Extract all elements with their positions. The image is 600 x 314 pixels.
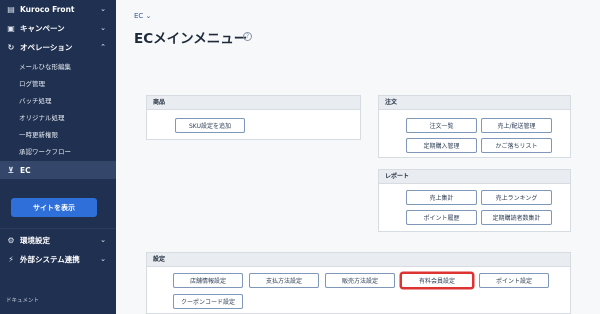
sidebar-item-environment[interactable]: ⚙ 環境設定 ⌄ bbox=[0, 231, 116, 249]
gear-icon: ⚙ bbox=[7, 235, 15, 245]
sidebar-subitem-label: 承認ワークフロー bbox=[19, 147, 71, 156]
sales-method-button[interactable]: 販売方法設定 bbox=[325, 273, 395, 288]
coupon-code-button[interactable]: クーポンコード設定 bbox=[173, 294, 243, 309]
sidebar-item-campaign[interactable]: ▣ キャンペーン ⌄ bbox=[0, 19, 116, 37]
page-title: ECメインメニュー bbox=[134, 31, 248, 47]
paid-membership-button[interactable]: 有料会員設定 bbox=[401, 273, 473, 288]
panel-title: レポート bbox=[379, 170, 570, 184]
point-settings-button[interactable]: ポイント設定 bbox=[479, 273, 549, 288]
sidebar-item-operation[interactable]: ↻ オペレーション ⌃ bbox=[0, 38, 116, 56]
sidebar-subitem-original[interactable]: オリジナル処理 bbox=[0, 108, 116, 125]
sales-ranking-button[interactable]: 売上ランキング bbox=[481, 190, 552, 205]
panel-title: 注文 bbox=[379, 96, 570, 110]
chevron-down-icon: ⌄ bbox=[100, 255, 106, 263]
sidebar-item-label: 外部システム連携 bbox=[20, 254, 80, 264]
sidebar-item-label: 環境設定 bbox=[20, 235, 50, 245]
chevron-down-icon: ⌄ bbox=[100, 24, 106, 32]
sidebar-item-kuroco-front[interactable]: ▤ Kuroco Front ⌄ bbox=[0, 0, 116, 18]
sidebar-subitem-label: メールひな形編集 bbox=[19, 62, 71, 71]
chevron-down-icon: ⌄ bbox=[100, 5, 106, 13]
panel-title: 設定 bbox=[147, 253, 570, 267]
subscriber-count-button[interactable]: 定期購読者数集計 bbox=[481, 210, 552, 225]
point-history-button[interactable]: ポイント履歴 bbox=[406, 210, 477, 225]
sidebar-subitem-label: オリジナル処理 bbox=[19, 113, 65, 122]
add-sku-button[interactable]: SKU設定を追加 bbox=[175, 118, 245, 133]
subscription-button[interactable]: 定期購入管理 bbox=[406, 138, 477, 153]
view-site-button[interactable]: サイトを表示 bbox=[11, 198, 97, 217]
sidebar-subitem-log[interactable]: ログ管理 bbox=[0, 74, 116, 91]
sidebar-subitem-label: ログ管理 bbox=[19, 79, 45, 88]
sidebar-divider bbox=[0, 228, 116, 229]
cart-icon: ⊻ bbox=[7, 165, 15, 175]
sidebar-item-external[interactable]: ⚡ 外部システム連携 ⌄ bbox=[0, 250, 116, 268]
documents-link[interactable]: ドキュメント bbox=[6, 296, 39, 304]
chevron-down-icon: ⌄ bbox=[100, 236, 106, 244]
gift-icon: ▣ bbox=[7, 23, 15, 33]
breadcrumb[interactable]: EC ⌄ bbox=[134, 12, 151, 20]
panel-title: 商品 bbox=[147, 96, 360, 110]
sales-shipping-button[interactable]: 売上/配送管理 bbox=[481, 118, 552, 133]
sidebar-subitem-label: 一時更新権限 bbox=[19, 130, 58, 139]
payment-method-button[interactable]: 支払方法設定 bbox=[249, 273, 319, 288]
sidebar-item-ec[interactable]: ⊻ EC bbox=[0, 161, 116, 179]
sales-summary-button[interactable]: 売上集計 bbox=[406, 190, 477, 205]
sidebar-subitem-workflow[interactable]: 承認ワークフロー bbox=[0, 142, 116, 159]
sidebar-subitem-mail-template[interactable]: メールひな形編集 bbox=[0, 57, 116, 74]
order-list-button[interactable]: 注文一覧 bbox=[406, 118, 477, 133]
sidebar-subitem-label: バッチ処理 bbox=[19, 96, 52, 105]
abandoned-cart-button[interactable]: かご落ちリスト bbox=[481, 138, 552, 153]
sidebar: ▤ Kuroco Front ⌄ ▣ キャンペーン ⌄ ↻ オペレーション ⌃ … bbox=[0, 0, 116, 314]
store-info-button[interactable]: 店舗情報設定 bbox=[173, 273, 243, 288]
plug-icon: ⚡ bbox=[8, 254, 14, 264]
sidebar-item-label: EC bbox=[20, 165, 31, 175]
sidebar-subitem-temp-permission[interactable]: 一時更新権限 bbox=[0, 125, 116, 142]
sidebar-subitem-batch[interactable]: バッチ処理 bbox=[0, 91, 116, 108]
file-icon: ▤ bbox=[7, 4, 15, 14]
sidebar-item-label: キャンペーン bbox=[20, 23, 65, 33]
sidebar-item-label: Kuroco Front bbox=[20, 4, 75, 14]
refresh-icon: ↻ bbox=[7, 42, 15, 52]
chevron-up-icon: ⌃ bbox=[100, 43, 106, 51]
sidebar-item-label: オペレーション bbox=[20, 42, 73, 52]
help-icon[interactable]: ? bbox=[243, 32, 252, 41]
